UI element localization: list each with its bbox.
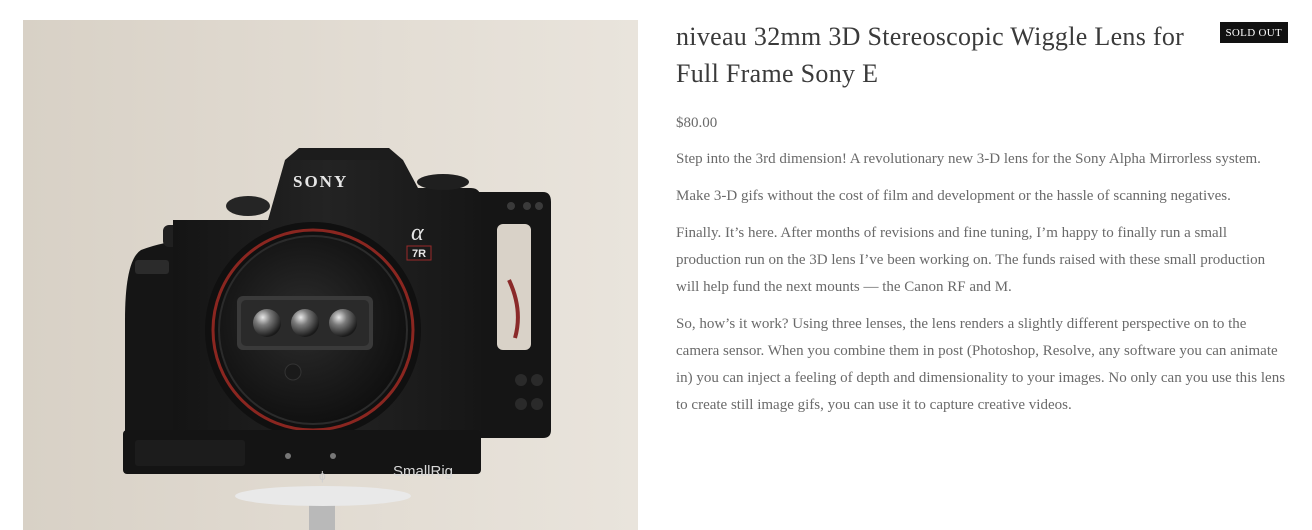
svg-text:ϕ: ϕ (319, 469, 326, 483)
product-page: SONY α 7R SmallRig ϕ niveau 32mm 3D Ster… (0, 0, 1312, 530)
camera-brand-label: SONY (293, 172, 348, 191)
product-image[interactable]: SONY α 7R SmallRig ϕ (23, 20, 638, 530)
sold-out-badge: SOLD OUT (1219, 22, 1288, 43)
cage-brand-label: SmallRig (393, 463, 453, 480)
product-title: niveau 32mm 3D Stereoscopic Wiggle Lens … (676, 22, 1185, 88)
product-price: $80.00 (676, 115, 718, 131)
camera-model-label: 7R (412, 248, 426, 260)
product-description: Step into the 3rd dimension! A revolutio… (676, 146, 1288, 419)
product-info: niveau 32mm 3D Stereoscopic Wiggle Lens … (676, 18, 1288, 429)
camera-model-alpha: α (411, 220, 424, 246)
title-row: niveau 32mm 3D Stereoscopic Wiggle Lens … (676, 18, 1288, 92)
description-paragraph: So, how’s it work? Using three lenses, t… (676, 316, 1286, 413)
description-paragraph: Step into the 3rd dimension! A revolutio… (676, 151, 1261, 167)
description-paragraph: Make 3-D gifs without the cost of film a… (676, 188, 1231, 204)
camera-photo: SONY α 7R SmallRig ϕ (23, 20, 638, 530)
description-paragraph: Finally. It’s here. After months of revi… (676, 225, 1266, 295)
